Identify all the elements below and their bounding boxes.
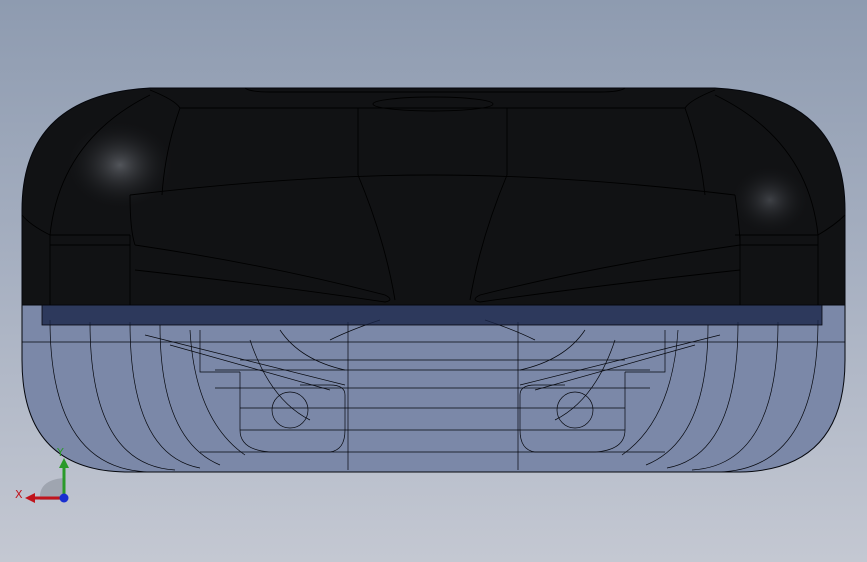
cad-viewport[interactable]: Y X	[0, 0, 867, 562]
3d-model-view[interactable]	[0, 0, 867, 562]
lower-shell[interactable]	[21, 304, 846, 473]
x-axis-label: X	[15, 488, 23, 501]
parting-line-band	[41, 304, 823, 326]
upper-shell[interactable]	[21, 87, 846, 306]
z-axis-point-icon	[59, 493, 69, 503]
y-axis-label: Y	[56, 446, 64, 459]
coordinate-triad-icon: Y X	[15, 446, 69, 503]
